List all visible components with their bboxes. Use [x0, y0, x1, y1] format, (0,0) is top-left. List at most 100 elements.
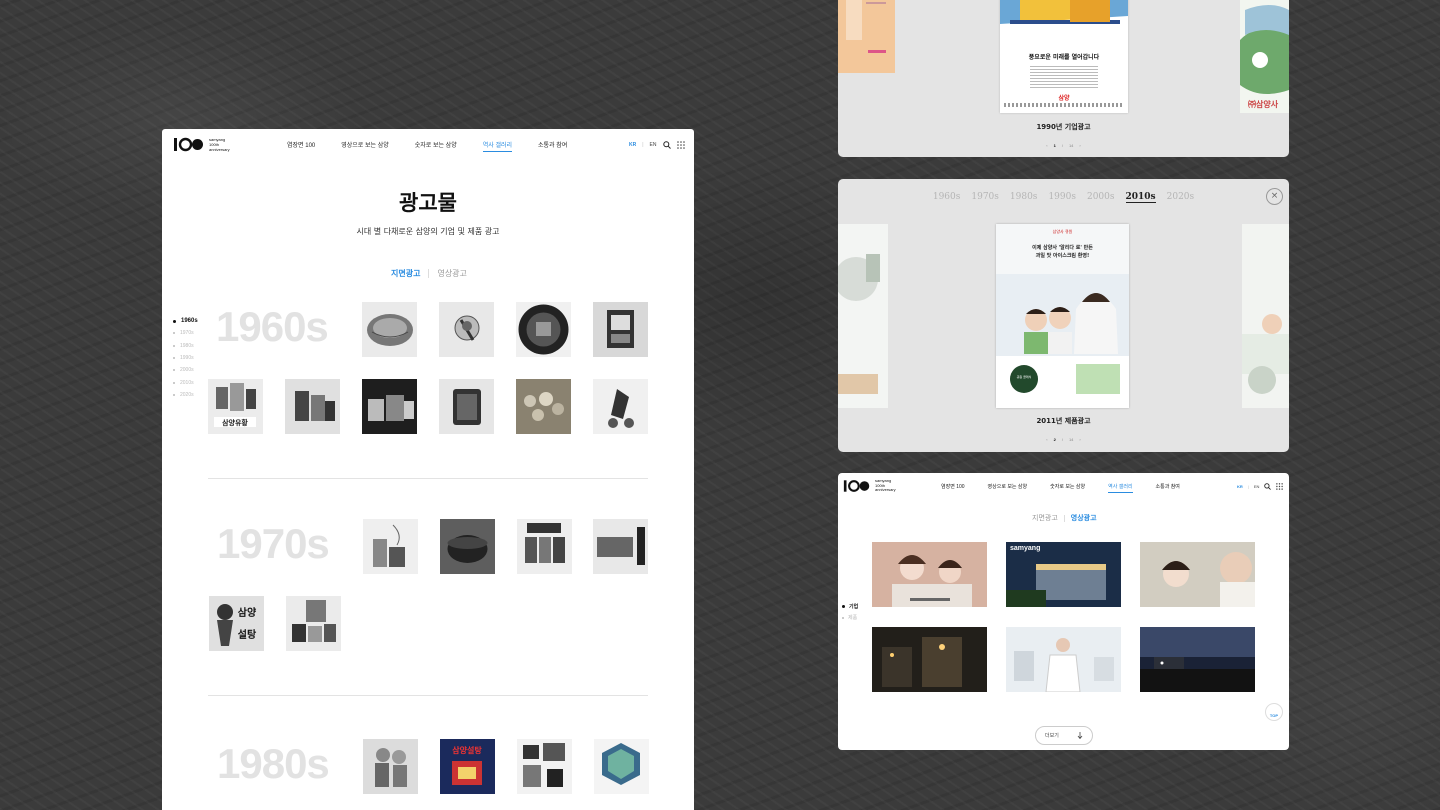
- pager-next-icon[interactable]: ›: [1079, 437, 1080, 442]
- tab-video-ads[interactable]: 영상광고: [1071, 513, 1097, 523]
- lang-en[interactable]: EN: [1254, 484, 1260, 489]
- category-product[interactable]: 제품: [842, 612, 858, 623]
- category-corporate[interactable]: 기업: [842, 601, 858, 612]
- samyang-100-logo[interactable]: samyang 100th anniversary: [173, 137, 230, 152]
- ad-thumb-1980s-1[interactable]: [363, 739, 418, 794]
- decade-nav-1980s[interactable]: 1980s: [173, 340, 198, 352]
- ad-thumb-1960s-7[interactable]: [362, 379, 417, 434]
- decade-nav-1990s[interactable]: 1990s: [173, 352, 198, 364]
- video-thumb-6[interactable]: [1140, 627, 1255, 692]
- tab-print-ads[interactable]: 지면광고: [391, 268, 420, 279]
- pager-current: 1: [1053, 143, 1056, 148]
- ad-thumb-image: [447, 535, 488, 563]
- ad-thumb-1980s-3[interactable]: [517, 739, 572, 794]
- video-thumb-1[interactable]: [872, 542, 987, 607]
- logo-100-icon: [174, 137, 203, 152]
- modal-decade-1990s[interactable]: 1990s: [1048, 192, 1076, 203]
- nav-item-communication[interactable]: 소통과 참여: [538, 140, 567, 152]
- ad-slide-prev[interactable]: [838, 0, 895, 73]
- more-button[interactable]: 더보기: [1035, 726, 1093, 745]
- ad-thumb-1960s-8[interactable]: [439, 379, 494, 434]
- ad-thumb-1970s-1[interactable]: [363, 519, 418, 574]
- ad-slide-current[interactable]: 삼양사 큐원 이제 삼양사 '알리다 로' 만든 과일 맛 아이스크림 환영! …: [996, 224, 1129, 408]
- video-category-nav: 기업 제품: [842, 601, 858, 623]
- decade-nav-1970s[interactable]: 1970s: [173, 327, 198, 339]
- scroll-top-button[interactable]: TOP: [1265, 703, 1283, 721]
- ad-thumb-1960s-4[interactable]: [593, 302, 648, 357]
- ad-thumb-image: 삼양설탕: [452, 745, 482, 785]
- nav-item-ramyeon100[interactable]: 염장면 100: [287, 140, 315, 152]
- nav-item-video-samyang[interactable]: 영상으로 보는 삼양: [988, 483, 1028, 493]
- nav-item-ramyeon100[interactable]: 염장면 100: [941, 483, 965, 493]
- ad-slide-current[interactable]: 풍요로운 미래를 열어갑니다 삼양: [1000, 0, 1128, 113]
- decade-nav-2000s[interactable]: 2000s: [173, 364, 198, 376]
- print-ads-page: samyang 100th anniversary 염장면 100 영상으로 보…: [162, 129, 694, 810]
- ad-thumb-1970s-6[interactable]: [286, 596, 341, 651]
- ad-slide-image: [1242, 314, 1289, 394]
- ad-thumb-1980s-2[interactable]: 삼양설탕: [440, 739, 495, 794]
- ad-thumb-1970s-2[interactable]: [440, 519, 495, 574]
- ad-badge: 큐원 클래식: [1016, 375, 1032, 379]
- grid-menu-icon[interactable]: [1276, 483, 1284, 490]
- ad-thumb-1960s-6[interactable]: [285, 379, 340, 434]
- lang-kr[interactable]: KR: [1237, 484, 1243, 489]
- nav-item-communication[interactable]: 소통과 참여: [1156, 483, 1180, 493]
- video-thumb-2[interactable]: samyang: [1006, 542, 1121, 607]
- ad-thumb-1960s-3[interactable]: [516, 302, 571, 357]
- search-icon[interactable]: [662, 141, 671, 149]
- ad-thumb-1980s-4[interactable]: [594, 739, 649, 794]
- pager-total: 14: [1068, 143, 1074, 148]
- video-thumb-4[interactable]: [872, 627, 987, 692]
- decade-nav-1960s[interactable]: 1960s: [173, 315, 198, 327]
- modal-decade-2020s[interactable]: 2020s: [1167, 192, 1195, 203]
- modal-decade-2000s[interactable]: 2000s: [1087, 192, 1115, 203]
- ad-thumb-1960s-10[interactable]: [593, 379, 648, 434]
- close-button[interactable]: ×: [1266, 188, 1283, 205]
- decade-nav-label: 1960s: [181, 318, 198, 325]
- search-icon[interactable]: [1264, 483, 1272, 490]
- lang-kr[interactable]: KR: [629, 142, 636, 148]
- modal-decade-1960s[interactable]: 1960s: [933, 192, 961, 203]
- ad-caption: 2011년 제품광고: [1036, 417, 1091, 425]
- video-thumb-3[interactable]: [1140, 542, 1255, 607]
- tab-print-ads[interactable]: 지면광고: [1032, 513, 1058, 523]
- bullet-dot: [842, 605, 845, 608]
- video-thumb-5[interactable]: [1006, 627, 1121, 692]
- ad-thumb-1960s-9[interactable]: [516, 379, 571, 434]
- tab-video-ads[interactable]: 영상광고: [437, 268, 466, 279]
- decade-nav-label: 1970s: [180, 330, 194, 337]
- pager-next-icon[interactable]: ›: [1079, 143, 1080, 148]
- logo-subtext: samyang 100th anniversary: [209, 137, 230, 152]
- modal-decade-2010s[interactable]: 2010s: [1125, 192, 1156, 203]
- ad-thumb-1970s-3[interactable]: [517, 519, 572, 574]
- nav-item-video-samyang[interactable]: 영상으로 보는 삼양: [341, 140, 389, 152]
- nav-item-history-gallery[interactable]: 역사 갤러리: [1108, 483, 1133, 493]
- decade-nav-2020s[interactable]: 2020s: [173, 389, 198, 401]
- lang-en[interactable]: EN: [650, 142, 657, 148]
- modal-decade-1970s[interactable]: 1970s: [971, 192, 999, 203]
- nav-item-history-gallery[interactable]: 역사 갤러리: [482, 140, 513, 152]
- ad-thumb-image: 삼양설탕: [217, 604, 257, 646]
- logo-100-icon: [843, 480, 870, 492]
- modal-decade-1980s[interactable]: 1980s: [1010, 192, 1038, 203]
- ad-slide-prev[interactable]: [838, 224, 888, 408]
- ad-thumb-1970s-4[interactable]: [593, 519, 648, 574]
- ad-viewer-modal-2011: 1960s 1970s 1980s 1990s 2000s 2010s 2020…: [838, 179, 1289, 452]
- grid-menu-icon[interactable]: [676, 141, 685, 149]
- ad-slide-next[interactable]: [1242, 224, 1289, 408]
- nav-item-numbers-samyang[interactable]: 숫자로 보는 삼양: [415, 140, 457, 152]
- decade-nav-2010s[interactable]: 2010s: [173, 376, 198, 388]
- ad-slide-next[interactable]: ㈜삼양사: [1240, 0, 1289, 113]
- nav-item-numbers-samyang[interactable]: 숫자로 보는 삼양: [1050, 483, 1085, 493]
- ad-thumb-1960s-5[interactable]: 삼양유황: [208, 379, 263, 434]
- ad-thumb-1970s-5[interactable]: 삼양 설탕: [209, 596, 264, 651]
- pager-separator: /: [1061, 143, 1063, 148]
- page-subtitle: 시대 별 다채로운 삼양의 기업 및 제품 광고: [356, 227, 500, 236]
- ad-thumb-1960s-1[interactable]: [362, 302, 417, 357]
- pager-prev-icon[interactable]: ‹: [1046, 143, 1047, 148]
- pager-total: 14: [1068, 437, 1074, 442]
- ad-thumb-1960s-2[interactable]: [439, 302, 494, 357]
- pager-prev-icon[interactable]: ‹: [1046, 437, 1047, 442]
- pager-separator: /: [1061, 437, 1063, 442]
- samyang-100-logo[interactable]: samyang 100th anniversary: [843, 479, 896, 493]
